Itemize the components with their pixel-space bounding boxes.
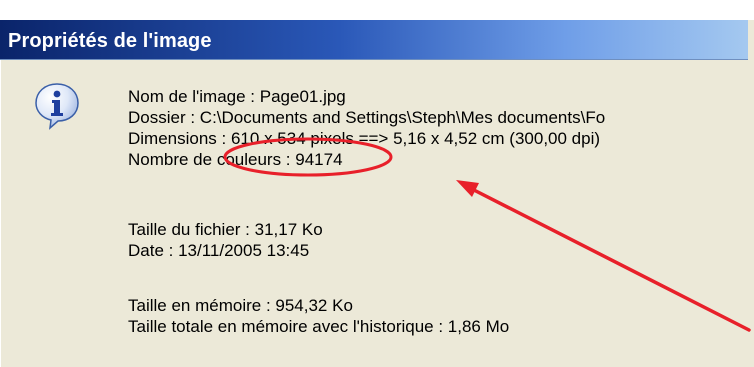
info-icon (35, 83, 79, 130)
folder-line: Dossier : C:\Documents and Settings\Step… (128, 108, 606, 127)
dialog-right-edge (748, 20, 754, 367)
file-info-block: Nom de l'image : Page01.jpg Dossier : C:… (128, 86, 605, 170)
memory-size-line: Taille en mémoire : 954,32 Ko (128, 296, 353, 315)
dimensions-line: Dimensions : 610 x 534 pixels ==> 5,16 x… (128, 129, 601, 148)
image-name-line: Nom de l'image : Page01.jpg (128, 87, 346, 106)
top-margin (0, 0, 754, 20)
date-line: Date : 13/11/2005 13:45 (128, 241, 310, 260)
dialog-title: Propriétés de l'image (8, 30, 212, 52)
file-details-block: Taille du fichier : 31,17 Ko Date : 13/1… (128, 219, 323, 261)
color-count-line: Nombre de couleurs : 94174 (128, 150, 343, 169)
memory-block: Taille en mémoire : 954,32 Ko Taille tot… (128, 295, 509, 337)
screenshot: Propriétés de l'image Nom de l'image : P… (0, 0, 754, 367)
file-size-line: Taille du fichier : 31,17 Ko (128, 220, 323, 239)
total-memory-line: Taille totale en mémoire avec l'historiq… (128, 317, 510, 336)
